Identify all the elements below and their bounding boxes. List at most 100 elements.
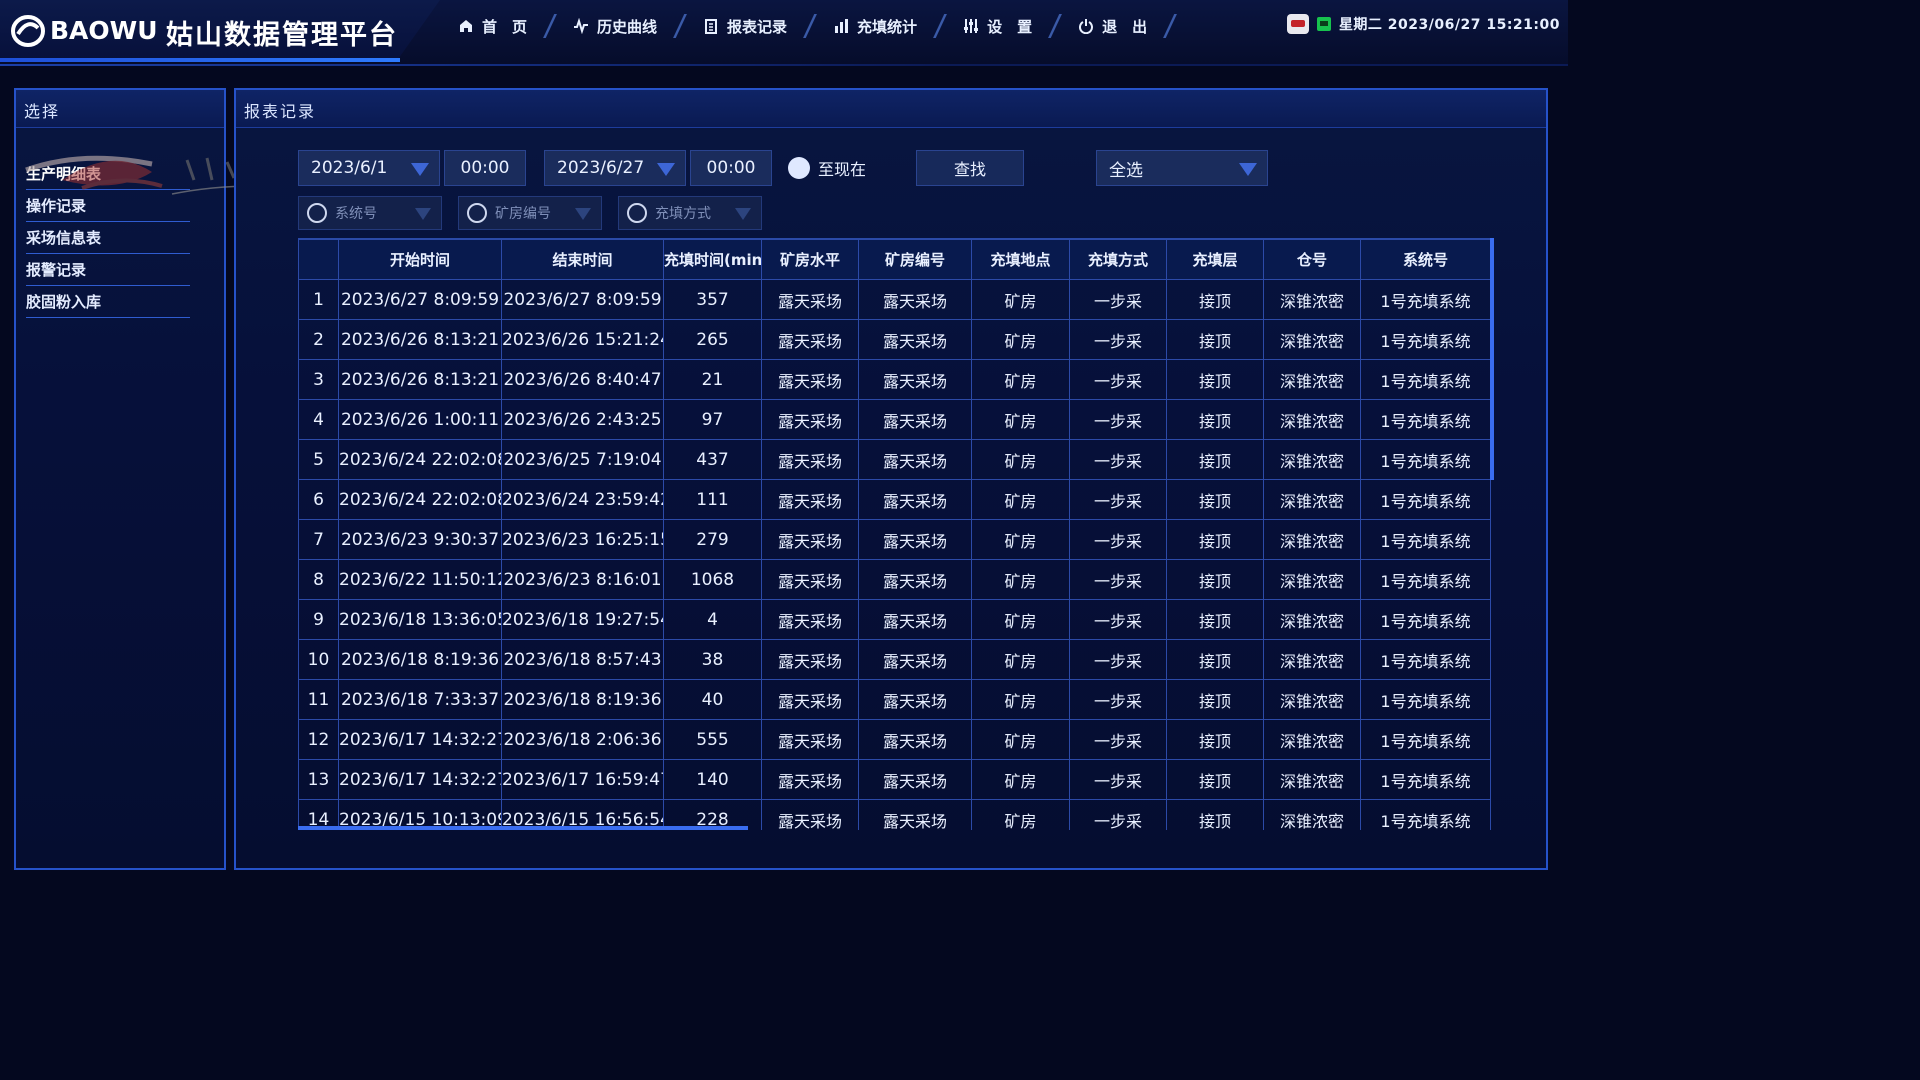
table-cell: 露天采场 [761,639,859,680]
table-cell: 露天采场 [858,319,972,360]
start-date-select[interactable]: 2023/6/1 [298,150,440,186]
nav-history-curve[interactable]: 历史曲线 [567,16,663,37]
table-cell: 一步采 [1069,559,1167,600]
nav-settings[interactable]: 设 置 [957,16,1038,37]
table-cell: 接顶 [1166,279,1264,320]
table-cell: 露天采场 [761,319,859,360]
table-row[interactable]: 10 2023/6/18 8:19:36 2023/6/18 8:57:43 38 露天… [298,639,1491,680]
table-cell: 矿房 [971,519,1070,560]
table-cell: 露天采场 [858,519,972,560]
table-cell: 露天采场 [858,679,972,720]
system-number-filter[interactable]: 系统号 [298,196,442,230]
table-row[interactable]: 9 2023/6/18 13:36:05 2023/6/18 19:27:54 4 露天… [298,599,1491,640]
nav-home[interactable]: 首 页 [452,16,533,37]
find-button[interactable]: 查找 [916,150,1025,186]
table-cell: 露天采场 [761,479,859,520]
table-cell: 接顶 [1166,799,1264,830]
table-row[interactable]: 4 2023/6/26 1:00:11 2023/6/26 2:43:25 97 露天采… [298,399,1491,440]
table-cell: 一步采 [1069,679,1167,720]
table-cell: 一步采 [1069,759,1167,800]
start-time-input[interactable]: 00:00 [444,150,526,186]
table-cell: 矿房 [971,639,1070,680]
clipboard-icon [705,19,718,34]
table-cell: 深锥浓密 [1263,559,1361,600]
room-number-filter[interactable]: 矿房编号 [458,196,602,230]
table-cell: 13 [298,759,339,800]
table-cell: 一步采 [1069,399,1167,440]
table-cell: 矿房 [971,559,1070,600]
table-row[interactable]: 8 2023/6/22 11:50:12 2023/6/23 8:16:01 1068… [298,559,1491,600]
end-date-select[interactable]: 2023/6/27 [544,150,686,186]
until-now-radio[interactable] [788,157,810,179]
until-now-option[interactable]: 至现在 [788,156,866,180]
sidebar-item-operation-log[interactable]: 操作记录 [26,190,190,222]
table-row[interactable]: 12 2023/6/17 14:32:27 2023/6/18 2:06:36 555… [298,719,1491,760]
fill-method-label: 充填方式 [655,206,711,222]
table-row[interactable]: 13 2023/6/17 14:32:27 2023/6/17 16:59:47 14… [298,759,1491,800]
table-cell: 111 [663,479,762,520]
table-cell: 一步采 [1069,719,1167,760]
home-icon [460,20,472,32]
table-cell: 接顶 [1166,439,1264,480]
fill-method-checkbox[interactable] [627,203,647,223]
table-cell: 97 [663,399,762,440]
sidebar-item-binder-storage[interactable]: 胶固粉入库 [26,286,190,318]
sidebar-item-alarm-log[interactable]: 报警记录 [26,254,190,286]
table-cell: 2023/6/23 9:30:37 [338,519,502,560]
table-cell: 2023/6/18 2:06:36 [501,719,664,760]
table-cell: 2023/6/17 14:32:27 [338,719,502,760]
table-cell: 4 [663,599,762,640]
table-row[interactable]: 7 2023/6/23 9:30:37 2023/6/23 16:25:15 279 露… [298,519,1491,560]
table-row[interactable]: 1 2023/6/27 8:09:59 2023/6/27 8:09:59 357 露天… [298,279,1491,320]
table-row[interactable]: 6 2023/6/24 22:02:08 2023/6/24 23:59:42 111… [298,479,1491,520]
top-header: BAOWU 姑山数据管理平台 首 页 历史曲线 报表记录 充填统计 设 置 退 … [0,0,1568,66]
table-cell: 1号充填系统 [1360,519,1491,560]
table-cell: 1号充填系统 [1360,399,1491,440]
end-time-input[interactable]: 00:00 [690,150,772,186]
table-cell: 一步采 [1069,359,1167,400]
room-number-label: 矿房编号 [495,206,551,222]
nav-fill-stats[interactable]: 充填统计 [827,16,923,37]
nav-report-label: 报表记录 [727,17,788,36]
table-cell: 露天采场 [858,399,972,440]
table-cell: 2023/6/18 8:57:43 [501,639,664,680]
table-cell: 深锥浓密 [1263,439,1361,480]
fill-method-filter[interactable]: 充填方式 [618,196,762,230]
table-row[interactable]: 2 2023/6/26 8:13:21 2023/6/26 15:21:24 265 露… [298,319,1491,360]
table-cell: 2023/6/26 8:13:21 [338,319,502,360]
table-cell: 深锥浓密 [1263,599,1361,640]
table-cell: 矿房 [971,439,1070,480]
nav-stats-label: 充填统计 [857,17,918,36]
table-cell: 7 [298,519,339,560]
power-icon [1079,19,1094,34]
report-table-container[interactable]: 开始时间 结束时间 充填时间(min) 矿房水平 矿房编号 充填地点 充填方式 … [298,238,1494,830]
table-row[interactable]: 5 2023/6/24 22:02:08 2023/6/25 7:19:04 437 露… [298,439,1491,480]
table-cell: 一步采 [1069,279,1167,320]
table-row[interactable]: 11 2023/6/18 7:33:37 2023/6/18 8:19:36 40 露天… [298,679,1491,720]
select-all-dropdown[interactable]: 全选 [1096,150,1269,186]
horizontal-scrollbar-thumb[interactable] [298,826,748,830]
nav-separator [929,14,952,38]
table-cell: 2 [298,319,339,360]
column-header: 开始时间 [338,239,502,280]
table-cell: 矿房 [971,359,1070,400]
main-nav: 首 页 历史曲线 报表记录 充填统计 设 置 退 出 [452,14,1187,38]
system-number-checkbox[interactable] [307,203,327,223]
table-cell: 露天采场 [858,799,972,830]
table-cell: 接顶 [1166,719,1264,760]
sidebar-item-stope-info[interactable]: 采场信息表 [26,222,190,254]
table-cell: 2023/6/26 8:13:21 [338,359,502,400]
system-number-label: 系统号 [335,206,377,222]
table-cell: 2023/6/18 13:36:05 [338,599,502,640]
table-cell: 露天采场 [858,439,972,480]
table-cell: 接顶 [1166,319,1264,360]
nav-logout[interactable]: 退 出 [1072,16,1153,37]
table-cell: 深锥浓密 [1263,319,1361,360]
table-cell: 38 [663,639,762,680]
table-cell: 1号充填系统 [1360,679,1491,720]
sidebar-item-production-detail[interactable]: 生产明细表 [26,158,190,190]
vertical-scrollbar-thumb[interactable] [1490,238,1494,480]
nav-report-records[interactable]: 报表记录 [697,16,793,37]
table-row[interactable]: 3 2023/6/26 8:13:21 2023/6/26 8:40:47 21 露天采… [298,359,1491,400]
room-number-checkbox[interactable] [467,203,487,223]
